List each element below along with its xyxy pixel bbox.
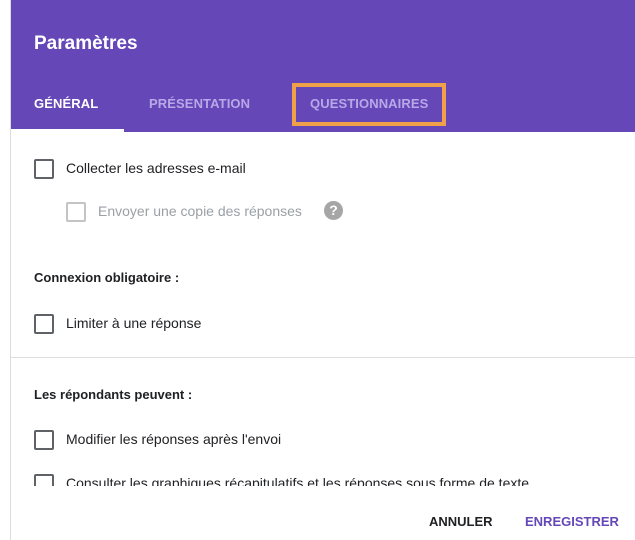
edit-after-checkbox[interactable]: [34, 430, 54, 450]
collect-email-label: Collecter les adresses e-mail: [66, 160, 246, 176]
scroll-clip: Consulter les graphiques récapitulatifs …: [11, 470, 635, 486]
save-button[interactable]: ENREGISTRER: [525, 514, 619, 529]
send-copy-checkbox[interactable]: [66, 202, 86, 222]
tab-general[interactable]: GÉNÉRAL: [34, 96, 98, 111]
edit-after-label: Modifier les réponses après l'envoi: [66, 431, 282, 447]
active-tab-indicator: [11, 129, 124, 132]
send-copy-label: Envoyer une copie des réponses: [98, 203, 302, 219]
quizzes-tab-highlight: [292, 83, 446, 126]
respondents-heading: Les répondants peuvent :: [34, 387, 193, 402]
see-summary-label: Consulter les graphiques récapitulatifs …: [66, 475, 530, 486]
settings-dialog: Paramètres GÉNÉRAL PRÉSENTATION QUESTION…: [10, 0, 635, 540]
dialog-header: Paramètres GÉNÉRAL PRÉSENTATION QUESTION…: [11, 0, 635, 132]
login-required-heading: Connexion obligatoire :: [34, 270, 180, 285]
limit-one-checkbox[interactable]: [34, 314, 54, 334]
cancel-button[interactable]: ANNULER: [429, 514, 493, 529]
see-summary-checkbox[interactable]: [34, 474, 54, 486]
limit-one-label: Limiter à une réponse: [66, 315, 202, 331]
dialog-title: Paramètres: [34, 33, 138, 54]
collect-email-checkbox[interactable]: [34, 159, 54, 179]
tab-presentation[interactable]: PRÉSENTATION: [149, 96, 250, 111]
section-divider: [11, 357, 635, 358]
help-icon[interactable]: ?: [324, 201, 343, 220]
